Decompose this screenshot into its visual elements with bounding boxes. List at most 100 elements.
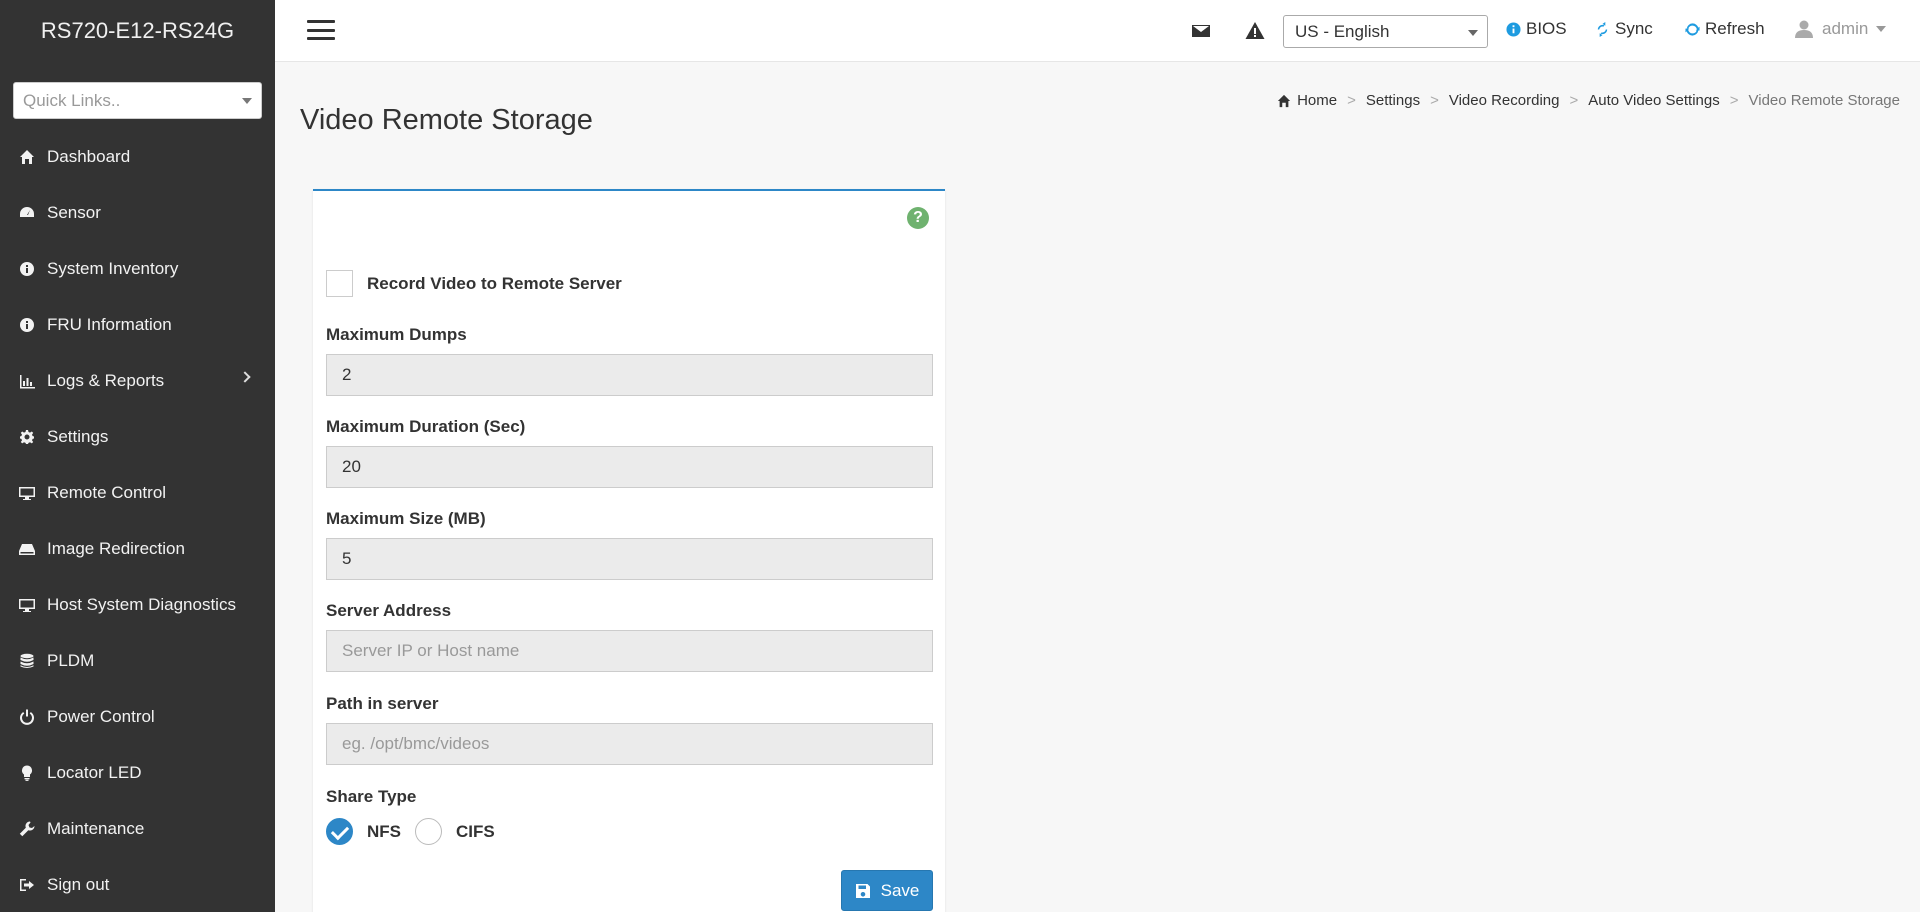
max-dumps-label: Maximum Dumps xyxy=(326,325,467,344)
sidebar-item-label: Dashboard xyxy=(47,147,131,166)
language-value: US - English xyxy=(1295,21,1390,41)
info-circle-icon xyxy=(1506,21,1521,37)
sidebar-item-label: Maintenance xyxy=(47,819,145,838)
save-button[interactable]: Save xyxy=(841,870,933,911)
sign-out-icon xyxy=(19,877,35,893)
sidebar-item-label: Logs & Reports xyxy=(47,371,165,390)
warning-icon[interactable] xyxy=(1245,21,1265,41)
share-type-group: NFS CIFS xyxy=(326,818,509,845)
refresh-icon xyxy=(1685,22,1700,36)
home-icon xyxy=(1277,94,1291,107)
share-type-cifs-label: CIFS xyxy=(456,821,495,841)
user-name: admin xyxy=(1822,19,1869,38)
sidebar-item-label: Locator LED xyxy=(47,763,142,782)
sync-icon xyxy=(1597,21,1608,37)
bios-link[interactable]: BIOS xyxy=(1506,19,1567,39)
path-in-server-label: Path in server xyxy=(326,694,439,713)
breadcrumb-separator: > xyxy=(1569,92,1579,109)
power-icon xyxy=(19,709,35,725)
sidebar-item-system-inventory[interactable]: System Inventory xyxy=(0,241,275,297)
breadcrumb: Home > Settings > Video Recording > Auto… xyxy=(1277,92,1900,109)
chevron-down-icon xyxy=(1876,26,1887,32)
sidebar-item-label: Sensor xyxy=(47,203,101,222)
save-label: Save xyxy=(880,880,920,900)
max-size-label: Maximum Size (MB) xyxy=(326,509,486,528)
record-video-row: Record Video to Remote Server xyxy=(326,270,622,297)
breadcrumb-video-recording[interactable]: Video Recording xyxy=(1449,92,1560,109)
sidebar-item-label: Remote Control xyxy=(47,483,167,502)
max-dumps-input[interactable]: 2 xyxy=(326,354,933,396)
sidebar-item-sign-out[interactable]: Sign out xyxy=(0,857,275,912)
chevron-down-icon xyxy=(242,98,252,104)
sidebar-item-locator-led[interactable]: Locator LED xyxy=(0,745,275,801)
path-in-server-input[interactable]: eg. /opt/bmc/videos xyxy=(326,723,933,765)
bar-chart-icon xyxy=(19,373,35,389)
sidebar-item-power-control[interactable]: Power Control xyxy=(0,689,275,745)
sidebar-item-label: Image Redirection xyxy=(47,539,185,558)
hamburger-menu-icon[interactable] xyxy=(307,20,335,40)
page-title: Video Remote Storage xyxy=(300,104,593,136)
sidebar-item-settings[interactable]: Settings xyxy=(0,409,275,465)
sidebar-item-remote-control[interactable]: Remote Control xyxy=(0,465,275,521)
hdd-icon xyxy=(19,541,35,557)
breadcrumb-settings[interactable]: Settings xyxy=(1366,92,1420,109)
breadcrumb-current: Video Remote Storage xyxy=(1748,92,1901,109)
chevron-down-icon xyxy=(1468,30,1478,36)
quick-links-select[interactable]: Quick Links.. xyxy=(13,82,262,119)
bios-label: BIOS xyxy=(1526,19,1567,38)
sync-link[interactable]: Sync xyxy=(1595,19,1653,39)
info-circle-icon xyxy=(19,261,35,277)
breadcrumb-home[interactable]: Home xyxy=(1297,92,1337,109)
language-select[interactable]: US - English xyxy=(1283,15,1488,48)
desktop-icon xyxy=(19,485,35,501)
refresh-label: Refresh xyxy=(1705,19,1765,38)
wrench-icon xyxy=(19,821,35,837)
server-address-input[interactable]: Server IP or Host name xyxy=(326,630,933,672)
sidebar-item-dashboard[interactable]: Dashboard xyxy=(0,129,275,185)
envelope-icon[interactable] xyxy=(1191,21,1211,41)
breadcrumb-separator: > xyxy=(1430,92,1439,109)
database-icon xyxy=(19,653,35,669)
sidebar-item-label: Power Control xyxy=(47,707,155,726)
chevron-right-icon xyxy=(239,371,251,383)
desktop-icon xyxy=(19,597,35,613)
brand-title: RS720-E12-RS24G xyxy=(40,18,235,43)
top-header: US - English BIOS Sync Refresh admin xyxy=(275,0,1920,62)
sidebar-item-fru-information[interactable]: FRU Information xyxy=(0,297,275,353)
gear-icon xyxy=(19,429,35,445)
sidebar-item-pldm[interactable]: PLDM xyxy=(0,633,275,689)
sidebar-item-label: System Inventory xyxy=(47,259,179,278)
sidebar-item-host-system-diagnostics[interactable]: Host System Diagnostics xyxy=(0,577,275,633)
sidebar-item-sensor[interactable]: Sensor xyxy=(0,185,275,241)
share-type-cifs-radio[interactable] xyxy=(415,818,442,845)
breadcrumb-separator: > xyxy=(1729,92,1739,109)
share-type-label: Share Type xyxy=(326,787,417,806)
sidebar-item-label: Sign out xyxy=(47,875,110,894)
sidebar-item-logs-reports[interactable]: Logs & Reports xyxy=(0,353,275,409)
lightbulb-icon xyxy=(19,765,35,781)
breadcrumb-separator: > xyxy=(1347,92,1356,109)
sidebar-item-label: Settings xyxy=(47,427,109,446)
record-video-label: Record Video to Remote Server xyxy=(367,273,622,293)
refresh-link[interactable]: Refresh xyxy=(1685,19,1765,39)
sidebar-item-maintenance[interactable]: Maintenance xyxy=(0,801,275,857)
max-duration-label: Maximum Duration (Sec) xyxy=(326,417,526,436)
server-address-label: Server Address xyxy=(326,601,452,620)
breadcrumb-auto-video-settings[interactable]: Auto Video Settings xyxy=(1588,92,1719,109)
user-icon xyxy=(1795,20,1813,38)
share-type-nfs-label: NFS xyxy=(367,821,401,841)
max-duration-input[interactable]: 20 xyxy=(326,446,933,488)
user-menu[interactable]: admin xyxy=(1795,19,1887,39)
sidebar-item-label: FRU Information xyxy=(47,315,172,334)
share-type-nfs-radio[interactable] xyxy=(326,818,353,845)
sidebar: RS720-E12-RS24G Quick Links.. Dashboard … xyxy=(0,0,275,912)
quick-links-placeholder: Quick Links.. xyxy=(23,90,121,110)
sidebar-item-image-redirection[interactable]: Image Redirection xyxy=(0,521,275,577)
record-video-checkbox[interactable] xyxy=(326,270,353,297)
sidebar-nav: Dashboard Sensor System Inventory FRU In… xyxy=(0,129,275,912)
home-icon xyxy=(19,149,35,165)
sidebar-item-label: Host System Diagnostics xyxy=(47,595,236,614)
max-size-input[interactable]: 5 xyxy=(326,538,933,580)
help-icon[interactable]: ? xyxy=(907,207,929,229)
sidebar-item-label: PLDM xyxy=(47,651,95,670)
